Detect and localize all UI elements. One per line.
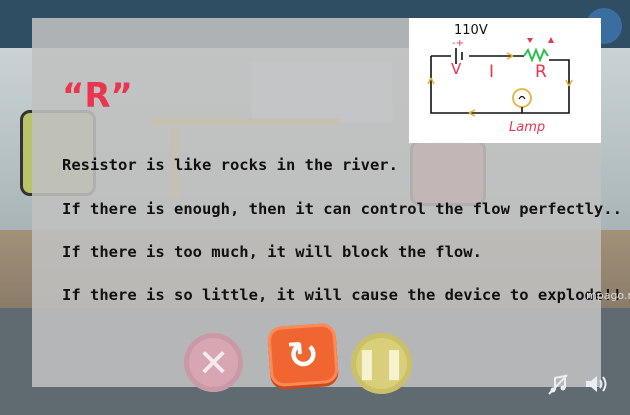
replay-icon: ↻: [285, 331, 321, 379]
voltage-label: 110V: [454, 23, 488, 38]
pause-icon: ❚❚: [354, 346, 409, 381]
close-button[interactable]: ✕: [184, 333, 243, 392]
circuit-drawing: [427, 37, 573, 117]
current-symbol: I: [489, 62, 495, 82]
dialog-line-1: Resistor is like rocks in the river.: [62, 156, 398, 174]
resistance-symbol: R: [535, 62, 547, 82]
dialog-title: “R”: [62, 76, 133, 116]
dialog-line-2: If there is enough, then it can control …: [62, 200, 622, 218]
pause-button[interactable]: ❚❚: [351, 333, 412, 394]
music-off-icon[interactable]: [546, 372, 570, 396]
watermark-text: mpago.net: [586, 289, 630, 302]
circuit-diagram: 110V -+ V I R Lamp: [409, 18, 601, 143]
speaker-icon[interactable]: [583, 372, 609, 396]
dialog-line-3: If there is too much, it will block the …: [62, 243, 482, 261]
close-icon: ✕: [197, 340, 230, 385]
voltage-symbol: V: [451, 60, 462, 78]
lamp-label: Lamp: [509, 120, 546, 135]
dialog-line-4: If there is so little, it will cause the…: [62, 286, 622, 304]
polarity-label: -+: [452, 38, 464, 49]
replay-button[interactable]: ↻: [266, 322, 340, 388]
